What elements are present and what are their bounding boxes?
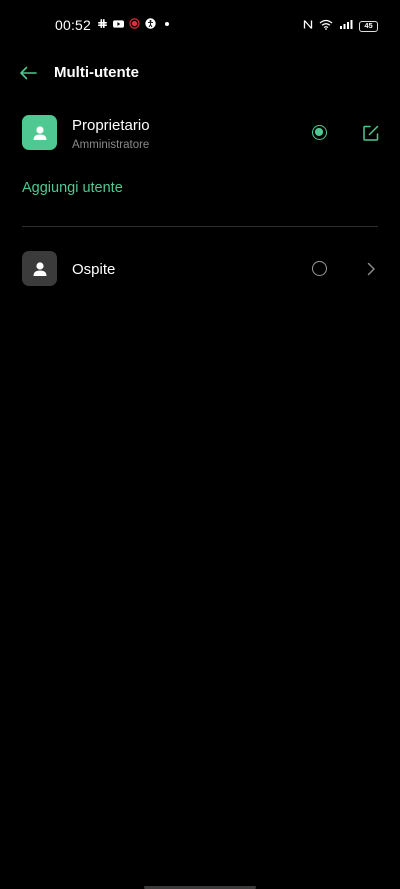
owner-radio-selected[interactable] (312, 125, 327, 140)
status-time: 00:52 (55, 17, 92, 33)
edit-icon (363, 125, 379, 141)
guest-chevron-button[interactable] (364, 260, 378, 278)
arrow-left-icon (20, 66, 37, 80)
page-title: Multi-utente (54, 64, 139, 81)
user-row-owner[interactable]: Proprietario Amministratore (0, 110, 400, 158)
accessibility-icon (145, 18, 156, 29)
slack-icon (97, 18, 108, 29)
owner-name: Proprietario (72, 117, 150, 134)
guest-radio[interactable] (312, 261, 327, 276)
edit-button[interactable] (362, 124, 380, 142)
chevron-right-icon (367, 262, 375, 276)
owner-avatar (22, 115, 57, 150)
user-row-guest[interactable]: Ospite (0, 248, 400, 290)
notification-icons (97, 18, 172, 29)
battery-icon: 45 (359, 20, 378, 32)
youtube-icon (113, 18, 124, 29)
person-icon (33, 125, 46, 140)
wifi-icon (319, 17, 333, 35)
owner-role: Amministratore (72, 139, 150, 151)
system-icons: 45 (303, 17, 378, 35)
signal-icon (339, 17, 353, 35)
back-button[interactable] (16, 61, 40, 85)
nfc-icon (303, 17, 313, 35)
status-bar: 00:52 45 (0, 0, 400, 50)
divider (22, 226, 378, 227)
guest-name: Ospite (72, 261, 116, 278)
dot-icon (161, 18, 172, 29)
app-header: Multi-utente (0, 55, 400, 91)
person-icon (33, 261, 46, 276)
guest-avatar (22, 251, 57, 286)
record-icon (129, 18, 140, 29)
add-user-button[interactable]: Aggiungi utente (22, 180, 123, 196)
